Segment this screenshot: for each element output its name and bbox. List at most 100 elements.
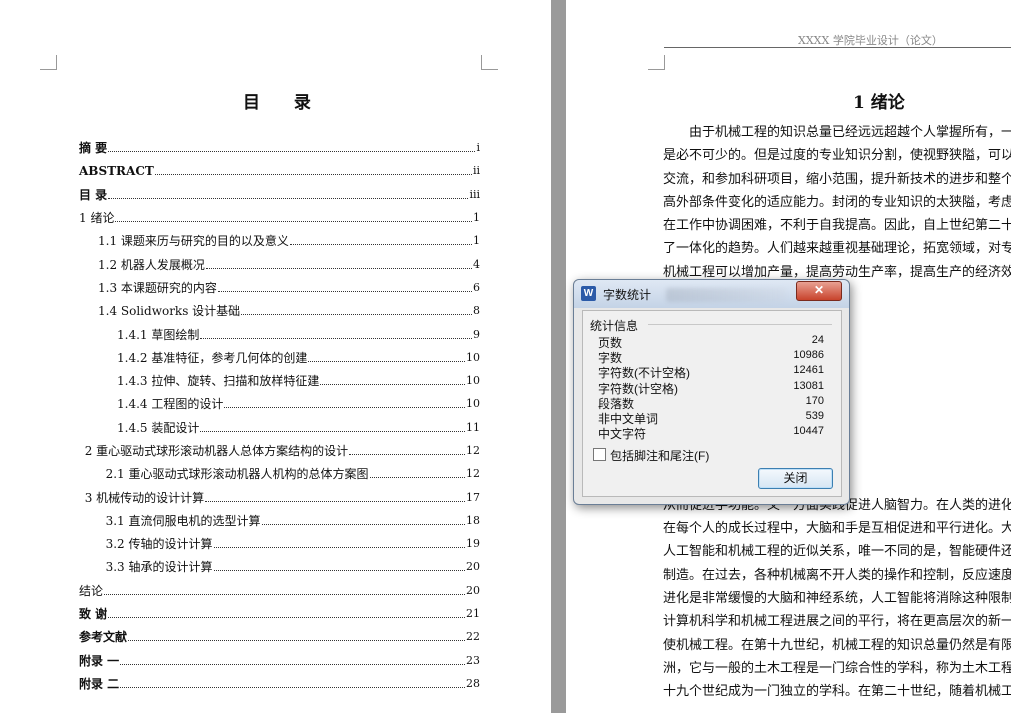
- toc-entry[interactable]: 1.3 本课题研究的内容 6: [79, 276, 480, 299]
- body-text-line: 制造。在过去，各种机械离不开人类的操作和控制，反应速度: [663, 567, 1011, 583]
- toc-entry[interactable]: 1.4.1 草图绘制 9: [79, 322, 480, 345]
- toc-leader-dots: [320, 376, 465, 386]
- toc-entry[interactable]: 结论 20: [79, 579, 480, 602]
- toc-leader-dots: [104, 586, 465, 595]
- statistic-row: 中文字符 10447: [598, 425, 824, 442]
- toc-entry-page: 21: [466, 607, 480, 621]
- toc-entry[interactable]: 摘 要i: [79, 136, 480, 159]
- body-text-line: 进化是非常缓慢的大脑和神经系统，人工智能将消除这种限制: [663, 590, 1011, 606]
- include-footnotes-checkbox[interactable]: [593, 448, 606, 461]
- toc-entry[interactable]: 附录 二 28: [79, 672, 480, 695]
- toc-entry[interactable]: 1.4.5 装配设计 11: [79, 416, 480, 439]
- toc-leader-dots: [108, 190, 469, 199]
- toc-entry[interactable]: 1.4.2 基准特征，参考几何体的创建 10: [79, 346, 480, 369]
- body-text-line: 洲，它与一般的土木工程是一门综合性的学科，称为土木工程: [663, 660, 1011, 676]
- toc-entry-page: 1: [473, 234, 480, 248]
- body-text-line: 十九个世纪成为一门独立的学科。在第二十世纪，随着机械工: [663, 684, 1011, 700]
- statistic-value: 170: [805, 394, 824, 407]
- dialog-title: 字数统计: [603, 288, 652, 302]
- toc-entry[interactable]: 1.1 课题来历与研究的目的以及意义 1: [79, 229, 480, 252]
- crop-mark-top-left: [40, 55, 57, 70]
- toc-entry-label: 1.4.1 草图绘制: [117, 327, 200, 342]
- toc-entry-page: 22: [466, 630, 480, 644]
- statistic-row: 字符数(不计空格) 12461: [598, 364, 824, 380]
- statistic-value: 24: [811, 334, 824, 346]
- toc-entry-label: 致 谢: [79, 607, 108, 622]
- page-header: XXXX 学院毕业设计（论文）: [798, 34, 943, 47]
- table-of-contents: 摘 要 i ABSTRACT ii 目 录 iii 1 绪论 1 1.1 课题来历与研究的目的以…: [79, 136, 480, 695]
- body-text-line: 高外部条件变化的适应能力。封闭的专业知识的太狭隘，考虑的: [663, 194, 1011, 210]
- toc-entry-label: 1.2 机器人发展概况: [98, 257, 205, 272]
- statistics-group-label: 统计信息: [590, 319, 639, 333]
- toc-entry-page: 18: [466, 513, 480, 527]
- dialog-content: 统计信息 页数 24 字数 10986 字符数(不计空格) 12461 字符数(计空格) 13…: [582, 310, 842, 497]
- statistic-row: 字数 10986: [598, 349, 824, 365]
- word-app-icon: W: [581, 286, 596, 301]
- toc-entry[interactable]: 3.1 直流伺服电机的选型计算 18: [79, 509, 480, 532]
- toc-leader-dots: [108, 143, 476, 153]
- toc-entry[interactable]: 1.4 Solidworks 设计基础 8: [79, 299, 480, 322]
- toc-leader-dots: [108, 609, 465, 619]
- toc-leader-dots: [115, 213, 472, 223]
- toc-leader-dots: [224, 399, 465, 409]
- toc-entry-label: 1.3 本课题研究的内容: [98, 280, 217, 295]
- toc-entry-page: 17: [466, 490, 480, 504]
- toc-leader-dots: [128, 632, 465, 642]
- toc-entry[interactable]: 致 谢 21: [79, 602, 480, 625]
- statistic-label: 段落数: [598, 396, 635, 411]
- body-text-line: 由于机械工程的知识总量已经远远超越个人掌握所有，一: [663, 125, 1011, 140]
- toc-entry-page: 12: [466, 467, 480, 481]
- toc-leader-dots: [261, 516, 465, 525]
- toc-entry[interactable]: 3.3 轴承的设计计算 20: [79, 555, 480, 578]
- toc-entry[interactable]: 2.1 重心驱动式球形滚动机器人机构的总体方案图 12: [79, 462, 480, 485]
- toc-entry-page: i: [476, 141, 480, 155]
- toc-entry[interactable]: 附录 一 23: [79, 649, 480, 672]
- toc-entry-label: 附录 一: [79, 653, 120, 668]
- toc-entry-page: 28: [466, 676, 480, 690]
- toc-entry-label: 参考文献: [79, 630, 128, 645]
- statistic-row: 字符数(计空格) 13081: [598, 380, 824, 396]
- include-footnotes-label[interactable]: 包括脚注和尾注(F): [610, 447, 709, 464]
- toc-entry[interactable]: 参考文献 22: [79, 625, 480, 648]
- toc-entry-page: 20: [466, 560, 480, 574]
- toc-entry[interactable]: 1.4.3 拉伸、旋转、扫描和放样特征建 10: [79, 369, 480, 392]
- toc-entry-page: 12: [466, 444, 480, 457]
- toc-entry-label: ABSTRACT: [79, 163, 154, 178]
- word-count-dialog: W 字数统计 ✕ 统计信息 页数 24 字数 10986 字符数(不计空格) 12461 字…: [573, 279, 850, 505]
- toc-entry[interactable]: ABSTRACT ii: [79, 159, 480, 182]
- toc-leader-dots: [241, 306, 472, 316]
- toc-entry-page: 8: [473, 304, 480, 318]
- toc-entry[interactable]: 1 绪论 1: [79, 206, 480, 229]
- dialog-titlebar[interactable]: W 字数统计 ✕: [574, 280, 849, 308]
- toc-entry[interactable]: 1.2 机器人发展概况 4: [79, 252, 480, 275]
- statistic-label: 页数: [598, 336, 623, 350]
- close-button[interactable]: 关闭: [758, 468, 833, 489]
- toc-entry-page: 23: [466, 653, 480, 667]
- toc-entry[interactable]: 2 重心驱动式球形滚动机器人总体方案结构的设计 12: [79, 439, 480, 462]
- left-page: 目 录 摘 要 i ABSTRACT ii 目 录 iii 1 绪论 1 1.1 课题来历与研究…: [0, 0, 551, 713]
- toc-leader-dots: [369, 469, 465, 479]
- toc-entry[interactable]: 3 机械传动的设计计算 17: [79, 485, 480, 508]
- statistic-row: 页数 24: [598, 334, 824, 350]
- toc-entry[interactable]: 3.2 传轴的设计计算 19: [79, 532, 480, 555]
- toc-entry-page: 4: [473, 257, 480, 271]
- body-text-line: 计算机科学和机械工程进展之间的平行，将在更高层次的新一: [663, 614, 1011, 630]
- toc-entry-page: 6: [473, 280, 480, 294]
- toc-entry-label: 3.1 直流伺服电机的选型计算: [105, 513, 261, 528]
- toc-entry[interactable]: 1.4.4 工程图的设计 10: [79, 392, 480, 415]
- body-text-line: 人工智能和机械工程的近似关系，唯一不同的是，智能硬件还: [663, 544, 1011, 560]
- statistic-label: 中文字符: [598, 427, 647, 442]
- toc-entry-label: 附录 二: [79, 676, 120, 691]
- close-icon[interactable]: ✕: [796, 281, 842, 301]
- toc-leader-dots: [120, 656, 465, 665]
- statistic-value: 12461: [793, 364, 824, 377]
- toc-leader-dots: [213, 562, 465, 572]
- crop-mark-top-right: [481, 55, 498, 70]
- toc-leader-dots: [349, 446, 465, 455]
- toc-entry-page: 1: [473, 211, 480, 225]
- statistic-label: 字符数(计空格): [598, 381, 678, 396]
- toc-entry-page: 9: [473, 327, 480, 341]
- toc-entry-page: 10: [466, 374, 480, 388]
- body-text-line: 了一体化的趋势。人们越来越重视基础理论，拓宽领域，对专业: [663, 241, 1011, 257]
- toc-entry[interactable]: 目 录 iii: [79, 183, 480, 206]
